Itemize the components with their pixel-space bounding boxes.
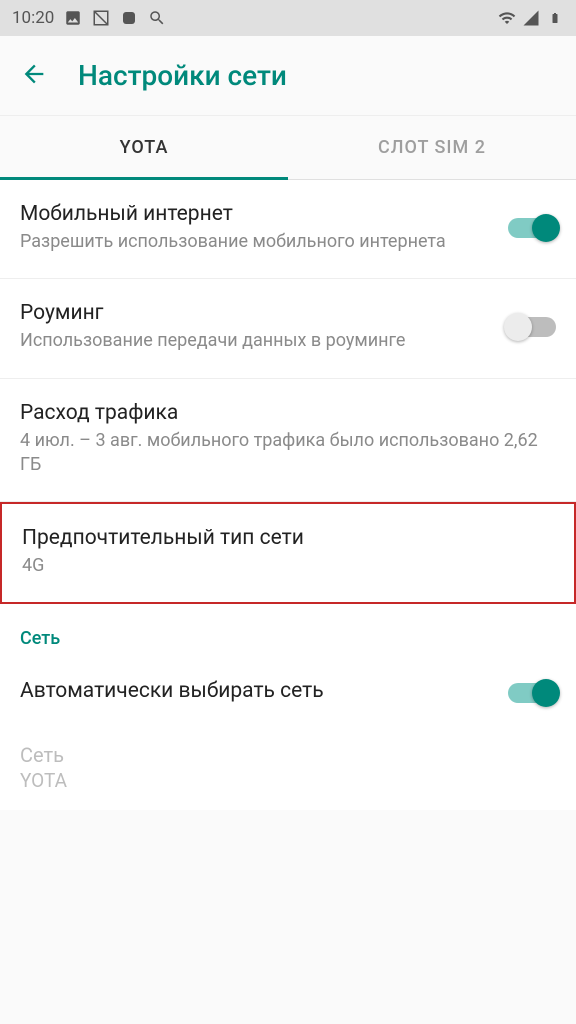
setting-subtitle: YOTA [20, 769, 556, 792]
tab-yota[interactable]: YOTA [0, 116, 288, 179]
setting-preferred-network[interactable]: Предпочтительный тип сети 4G [2, 504, 574, 602]
setting-title: Автоматически выбирать сеть [20, 679, 492, 703]
tab-label: YOTA [120, 137, 169, 158]
tab-label: СЛОТ SIM 2 [378, 137, 486, 158]
page-title: Настройки сети [78, 59, 287, 92]
highlight-annotation: Предпочтительный тип сети 4G [0, 502, 576, 604]
setting-subtitle: 4 июл. – 3 авг. мобильного трафика было … [20, 429, 556, 478]
status-bar: 10:20 [0, 0, 576, 36]
setting-title: Сеть [20, 743, 556, 767]
setting-subtitle: Использование передачи данных в роуминге [20, 329, 492, 353]
setting-title: Предпочтительный тип сети [22, 526, 554, 550]
setting-subtitle: Разрешить использование мобильного интер… [20, 230, 492, 254]
toggle-mobile-data[interactable] [508, 218, 556, 238]
setting-subtitle: 4G [22, 554, 554, 578]
setting-roaming[interactable]: Роуминг Использование передачи данных в … [0, 279, 576, 378]
setting-data-usage[interactable]: Расход трафика 4 июл. – 3 авг. мобильног… [0, 379, 576, 503]
toggle-roaming[interactable] [508, 317, 556, 337]
setting-network-disabled: Сеть YOTA [0, 725, 576, 810]
crop-icon [92, 9, 110, 27]
app-bar: Настройки сети [0, 36, 576, 116]
signal-icon [522, 9, 540, 27]
settings-list: Мобильный интернет Разрешить использован… [0, 180, 576, 810]
battery-icon [546, 9, 564, 27]
section-header-network: Сеть [0, 604, 576, 657]
toggle-auto-select[interactable] [508, 683, 556, 703]
image-icon [64, 9, 82, 27]
tab-sim2[interactable]: СЛОТ SIM 2 [288, 116, 576, 179]
setting-title: Мобильный интернет [20, 202, 492, 226]
app-icon [120, 9, 138, 27]
wifi-icon [498, 9, 516, 27]
setting-mobile-data[interactable]: Мобильный интернет Разрешить использован… [0, 180, 576, 279]
setting-title: Расход трафика [20, 401, 556, 425]
setting-title: Роуминг [20, 301, 492, 325]
search-icon [148, 9, 166, 27]
status-time: 10:20 [12, 8, 54, 28]
setting-auto-select-network[interactable]: Автоматически выбирать сеть [0, 657, 576, 725]
back-button[interactable] [20, 60, 48, 92]
sim-tabs: YOTA СЛОТ SIM 2 [0, 116, 576, 180]
